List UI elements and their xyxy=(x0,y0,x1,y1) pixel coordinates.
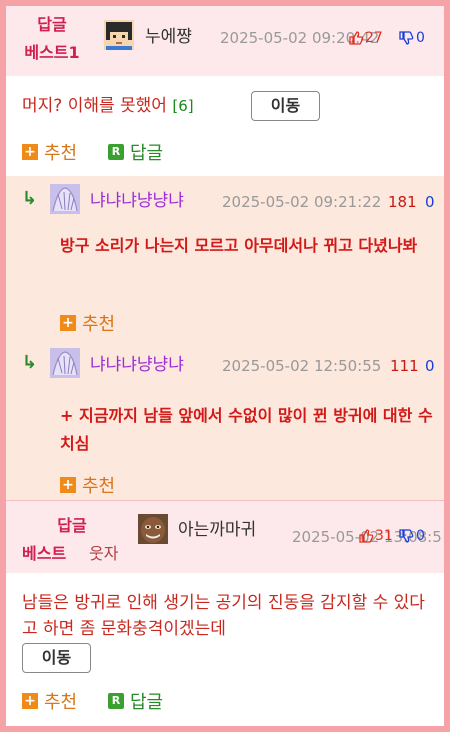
post-date: 2025-05-02 12:50:55 xyxy=(222,357,382,375)
comment-text: + 지금까지 남들 앞에서 수없이 많이 뀐 방귀에 대한 수치심 xyxy=(60,406,433,453)
like-count-value: 27 xyxy=(365,30,383,46)
comment-text: 남들은 방귀로 인해 생기는 공기의 진동을 감지할 수 있다고 하면 좀 문화… xyxy=(22,593,425,639)
like-count[interactable]: 181 xyxy=(388,191,417,213)
recommend-button[interactable]: + 추천 xyxy=(22,688,77,714)
reply-arrow-icon: ↳ xyxy=(22,352,38,373)
nickname[interactable]: 냐냐냐냥냥냐 xyxy=(90,189,184,213)
comment-text: 머지? 이해를 못했어 xyxy=(22,96,167,116)
recommend-button[interactable]: + 추천 xyxy=(22,139,77,165)
like-count-value: 31 xyxy=(375,528,393,544)
plus-icon: + xyxy=(22,693,38,709)
best-tag-label: 답글 xyxy=(37,15,67,34)
like-count[interactable]: 111 xyxy=(390,355,419,377)
thumb-down-icon xyxy=(398,528,414,544)
reply-button[interactable]: R 답글 xyxy=(108,688,163,714)
post-date: 2025-05-02 09:21:22 xyxy=(222,193,382,211)
recommend-label: 추천 xyxy=(82,476,116,497)
dislike-count-value: 0 xyxy=(416,528,425,544)
reply-label: 답글 xyxy=(130,692,164,713)
best-rank-label: 베스트1 xyxy=(24,43,80,62)
avatar[interactable] xyxy=(50,184,80,214)
best-rank-label: 베스트 xyxy=(22,544,67,563)
dislike-count[interactable]: 0 xyxy=(425,191,435,213)
reply-r-icon: R xyxy=(108,144,124,160)
category-label: 웃자 xyxy=(89,544,119,563)
plus-icon: + xyxy=(22,144,38,160)
dislike-count[interactable]: 0 xyxy=(398,27,425,49)
recommend-button[interactable]: + 추천 xyxy=(60,472,115,498)
recommend-label: 추천 xyxy=(44,143,78,164)
reply-label: 답글 xyxy=(130,143,164,164)
dislike-count[interactable]: 0 xyxy=(425,355,435,377)
reply-item: ↳ 냐냐냐냥냥냐 2025-05-02 09:21:22 181 0 방구 소리… xyxy=(6,176,444,344)
like-count[interactable]: 27 xyxy=(348,27,383,49)
nickname[interactable]: 누에쨩 xyxy=(145,25,192,49)
thumb-down-icon xyxy=(398,30,414,46)
nickname[interactable]: 아는까마귀 xyxy=(178,518,256,542)
dislike-count[interactable]: 0 xyxy=(398,525,425,547)
plus-icon: + xyxy=(60,315,76,331)
recommend-button[interactable]: + 추천 xyxy=(60,310,115,336)
recommend-label: 추천 xyxy=(82,314,116,335)
move-button[interactable]: 이동 xyxy=(251,91,320,121)
reply-button[interactable]: R 답글 xyxy=(108,139,163,165)
thumb-up-icon xyxy=(348,30,364,46)
comment-body: 머지? 이해를 못했어 [6] xyxy=(22,94,194,118)
plus-icon: + xyxy=(60,477,76,493)
avatar[interactable] xyxy=(104,20,134,50)
comment-list: 답글 베스트1 누에쨩 2025-05-02 09:20:42 27 0 머지?… xyxy=(6,6,444,726)
reply-r-icon: R xyxy=(108,693,124,709)
like-count[interactable]: 31 xyxy=(358,525,393,547)
best-tag-label: 답글 xyxy=(57,516,87,535)
comment-header: 답글 베스트1 누에쨩 2025-05-02 09:20:42 27 0 xyxy=(6,6,444,76)
move-button[interactable]: 이동 xyxy=(22,643,91,673)
reply-count[interactable]: [6] xyxy=(172,97,193,115)
nickname[interactable]: 냐냐냐냥냥냐 xyxy=(90,353,184,377)
avatar[interactable] xyxy=(50,348,80,378)
dislike-count-value: 0 xyxy=(416,30,425,46)
thumb-up-icon xyxy=(358,528,374,544)
reply-item: ↳ 냐냐냐냥냥냐 2025-05-02 12:50:55 111 0 + 지금까… xyxy=(6,344,444,500)
recommend-label: 추천 xyxy=(44,692,78,713)
comment-text: 방구 소리가 나는지 모르고 아무데서나 뀌고 다녔나봐 xyxy=(60,236,418,255)
avatar[interactable] xyxy=(138,514,168,544)
reply-arrow-icon: ↳ xyxy=(22,188,38,209)
comment-header: 답글 베스트 웃자 아는까마귀 2025-05-02 13:08:5 31 0 xyxy=(6,501,444,573)
